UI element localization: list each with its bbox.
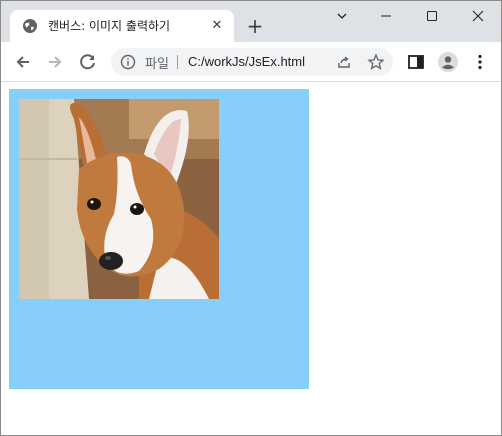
separator (177, 55, 178, 69)
title-bar: 캔버스: 이미지 출력하기 ✕ + (1, 1, 501, 42)
address-bar[interactable]: 파일 C:/workJs/JsEx.html (111, 48, 393, 76)
maximize-icon (427, 11, 437, 21)
maximize-button[interactable] (409, 1, 455, 31)
info-icon[interactable] (120, 54, 136, 70)
new-tab-button[interactable]: + (243, 14, 267, 38)
forward-arrow-icon[interactable] (44, 51, 66, 73)
close-icon (472, 10, 484, 22)
reload-icon[interactable] (77, 51, 99, 73)
tab-title: 캔버스: 이미지 출력하기 (48, 19, 171, 33)
side-panel-icon[interactable] (405, 51, 427, 73)
minimize-button[interactable] (363, 1, 409, 31)
more-vert-icon[interactable] (469, 51, 491, 73)
url-text[interactable]: C:/workJs/JsEx.html (188, 54, 305, 69)
file-label: 파일 (145, 57, 169, 72)
tab-search-button[interactable] (319, 1, 365, 31)
globe-icon (23, 19, 37, 33)
back-arrow-icon[interactable] (12, 51, 34, 73)
close-window-button[interactable] (455, 1, 501, 31)
minimize-icon (381, 15, 391, 17)
canvas (9, 89, 309, 389)
tab-close-button[interactable]: ✕ (208, 17, 226, 35)
profile-icon[interactable] (437, 51, 459, 73)
page-content (1, 82, 501, 435)
chevron-down-icon (337, 13, 347, 19)
share-icon[interactable] (336, 54, 352, 70)
toolbar: 파일 C:/workJs/JsEx.html (1, 42, 501, 82)
star-icon[interactable] (367, 53, 385, 71)
tab-active[interactable]: 캔버스: 이미지 출력하기 ✕ (10, 10, 234, 42)
browser-window: 캔버스: 이미지 출력하기 ✕ + 파일 C:/workJs/JsEx.html (0, 0, 502, 436)
dog-photo (19, 99, 219, 299)
